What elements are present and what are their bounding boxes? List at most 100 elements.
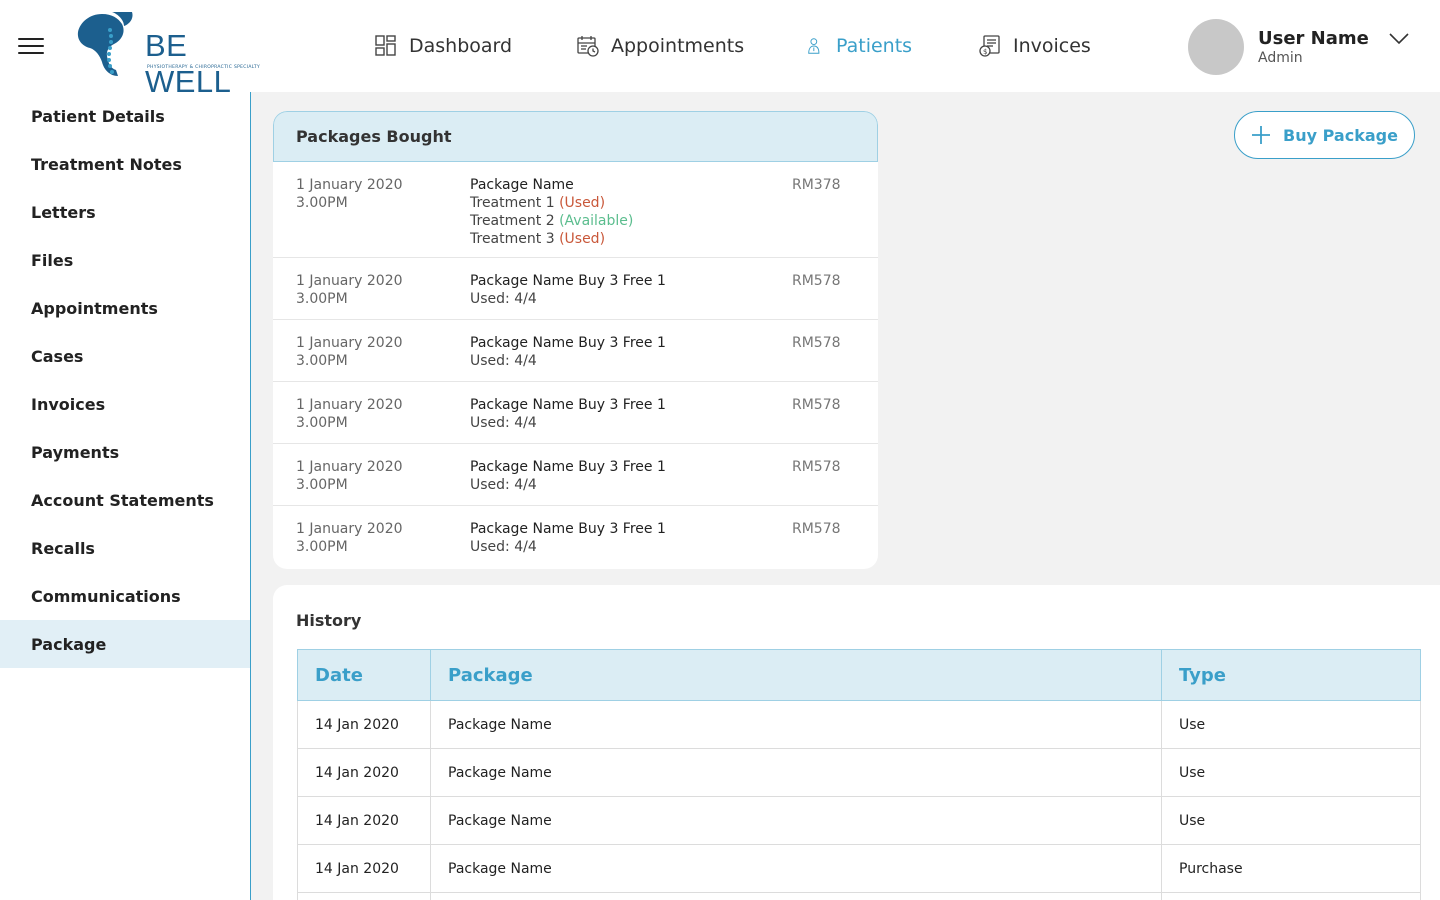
history-package-cell: Package Name [430,748,1162,797]
column-header-date[interactable]: Date [297,649,431,701]
spine-logo-icon [77,12,133,76]
column-header-type[interactable]: Type [1161,649,1421,701]
package-date-text: 1 January 2020 [296,397,403,413]
treatment-line: Treatment 3 (Used) [470,230,633,248]
history-header-row: Date Package Type [297,649,1421,701]
history-type-cell: Purchase [1161,844,1421,893]
nav-appointments[interactable]: Appointments [577,32,744,60]
table-row[interactable] [297,892,1421,900]
history-card: History Date Package Type 14 Jan 2020 Pac… [273,585,1440,900]
package-date: 1 January 2020 3.00PM [296,520,403,556]
nav-appointments-label: Appointments [611,35,745,57]
package-info: Package Name Treatment 1 (Used) Treatmen… [470,176,633,248]
package-price: RM578 [792,397,841,413]
package-time-text: 3.00PM [296,195,348,211]
sidebar-item-package[interactable]: Package [0,620,250,668]
table-row[interactable]: 14 Jan 2020 Package Name Use [297,796,1421,845]
column-header-package[interactable]: Package [430,649,1162,701]
package-row[interactable]: 1 January 2020 3.00PM Package Name Treat… [273,162,878,258]
sidebar-item-files[interactable]: Files [0,236,250,284]
package-name: Package Name Buy 3 Free 1 [470,459,666,475]
sidebar-item-appointments[interactable]: Appointments [0,284,250,332]
package-usage: Used: 4/4 [470,477,537,493]
package-date: 1 January 2020 3.00PM [296,176,403,212]
sidebar-item-letters[interactable]: Letters [0,188,250,236]
sidebar-item-invoices[interactable]: Invoices [0,380,250,428]
plus-icon [1252,126,1271,144]
buy-package-button[interactable]: Buy Package [1234,111,1415,159]
package-info: Package Name Buy 3 Free 1 Used: 4/4 [470,520,666,556]
package-usage: Used: 4/4 [470,353,537,369]
treatment-status: (Used) [559,195,606,211]
history-type-cell [1161,892,1421,900]
treatment-label: Treatment 1 [470,195,555,211]
table-row[interactable]: 14 Jan 2020 Package Name Use [297,700,1421,749]
user-role: Admin [1258,50,1303,66]
package-date: 1 January 2020 3.00PM [296,458,403,494]
package-row[interactable]: 1 January 2020 3.00PM Package Name Buy 3 F… [273,382,878,444]
history-type-cell: Use [1161,796,1421,845]
package-price: RM578 [792,459,841,475]
package-row[interactable]: 1 January 2020 3.00PM Package Name Buy 3 F… [273,444,878,506]
package-info: Package Name Buy 3 Free 1 Used: 4/4 [470,458,666,494]
history-date-cell: 14 Jan 2020 [297,844,431,893]
buy-package-label: Buy Package [1283,125,1398,145]
sidebar-item-patient-details[interactable]: Patient Details [0,92,250,140]
package-date: 1 January 2020 3.00PM [296,334,403,370]
package-info: Package Name Buy 3 Free 1 Used: 4/4 [470,396,666,432]
package-date-text: 1 January 2020 [296,335,403,351]
history-type-cell: Use [1161,748,1421,797]
package-row[interactable]: 1 January 2020 3.00PM Package Name Buy 3 F… [273,506,878,568]
package-price: RM378 [792,177,841,193]
package-usage: Used: 4/4 [470,291,537,307]
history-package-cell [430,892,1162,900]
treatment-label: Treatment 3 [470,231,555,247]
history-type-cell: Use [1161,700,1421,749]
table-row[interactable]: 14 Jan 2020 Package Name Use [297,748,1421,797]
svg-text:$: $ [983,48,987,56]
nav-patients-label: Patients [836,35,913,57]
logo-subtitle: PHYSIOTHERAPY & CHIROPRACTIC SPECIALTY [147,65,261,70]
package-date: 1 January 2020 3.00PM [296,272,403,308]
treatment-status: (Used) [559,231,606,247]
history-date-cell: 14 Jan 2020 [297,796,431,845]
package-row[interactable]: 1 January 2020 3.00PM Package Name Buy 3 F… [273,258,878,320]
sidebar-item-treatment-notes[interactable]: Treatment Notes [0,140,250,188]
packages-bought-card: Packages Bought 1 January 2020 3.00PM Pa… [273,111,878,569]
package-price: RM578 [792,273,841,289]
history-date-cell [297,892,431,900]
sidebar-item-account-statements[interactable]: Account Statements [0,476,250,524]
patient-icon [808,38,820,54]
package-date-text: 1 January 2020 [296,521,403,537]
packages-bought-title: Packages Bought [273,111,878,162]
top-header: BE WELL PHYSIOTHERAPY & CHIROPRACTIC SPE… [0,0,1440,99]
package-info: Package Name Buy 3 Free 1 Used: 4/4 [470,272,666,308]
history-date-cell: 14 Jan 2020 [297,748,431,797]
dashboard-icon [375,35,396,56]
package-usage: Used: 4/4 [470,539,537,555]
sidebar-item-payments[interactable]: Payments [0,428,250,476]
package-price: RM578 [792,335,841,351]
package-info: Package Name Buy 3 Free 1 Used: 4/4 [470,334,666,370]
hamburger-menu-icon[interactable] [18,38,44,56]
sidebar-item-recalls[interactable]: Recalls [0,524,250,572]
package-row[interactable]: 1 January 2020 3.00PM Package Name Buy 3 F… [273,320,878,382]
invoice-icon: $ [979,35,1000,57]
package-name: Package Name Buy 3 Free 1 [470,521,666,537]
nav-dashboard[interactable]: Dashboard [375,32,512,60]
sidebar-item-communications[interactable]: Communications [0,572,250,620]
nav-dashboard-label: Dashboard [409,35,513,57]
bewell-logo[interactable]: BE WELL PHYSIOTHERAPY & CHIROPRACTIC SPE… [72,10,282,99]
sidebar-item-cases[interactable]: Cases [0,332,250,380]
treatment-line: Treatment 1 (Used) [470,194,633,212]
nav-patients[interactable]: Patients [808,32,912,60]
package-date: 1 January 2020 3.00PM [296,396,403,432]
chevron-down-icon[interactable] [1388,32,1410,46]
package-time-text: 3.00PM [296,291,348,307]
table-row[interactable]: 14 Jan 2020 Package Name Purchase [297,844,1421,893]
patient-sidebar: Patient Details Treatment Notes Letters Fil… [0,92,251,900]
nav-invoices[interactable]: $ Invoices [979,32,1091,60]
avatar[interactable] [1188,19,1244,75]
history-table: Date Package Type 14 Jan 2020 Package Nam… [297,649,1421,900]
package-name: Package Name [470,177,574,193]
